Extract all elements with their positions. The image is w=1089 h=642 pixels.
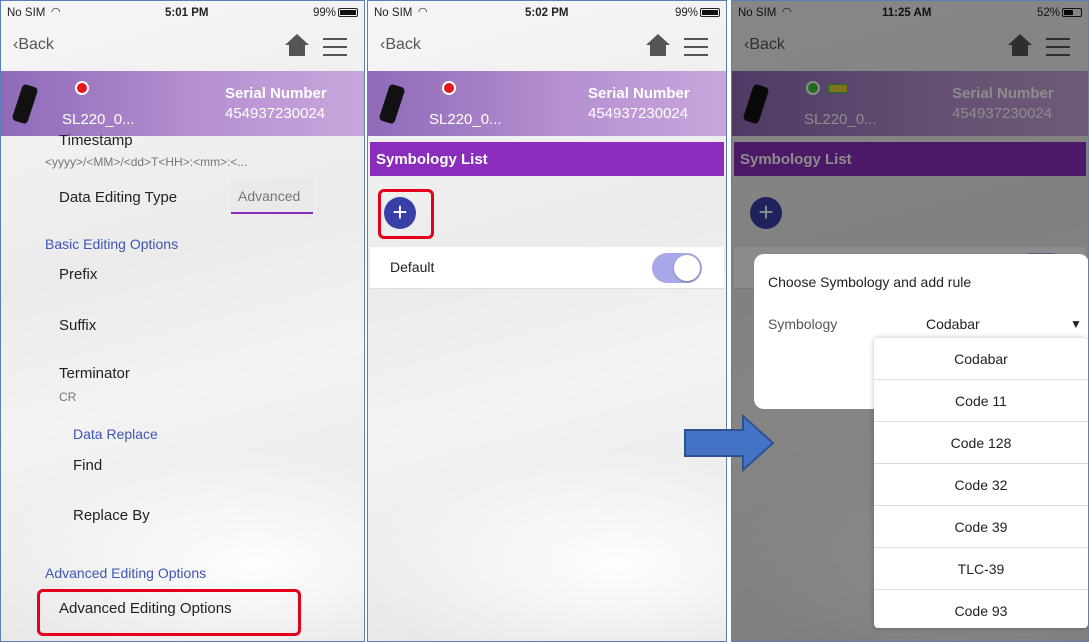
option-code-39[interactable]: Code 39: [874, 506, 1088, 548]
timestamp-label: Timestamp: [59, 132, 133, 149]
option-code-32[interactable]: Code 32: [874, 464, 1088, 506]
connection-status-dot: [442, 81, 456, 95]
battery-indicator: 99%: [675, 7, 720, 19]
screen-2: No SIM ◠ 5:02 PM 99% ‹Back SL220_0... Se…: [367, 0, 727, 642]
status-time: 5:02 PM: [525, 7, 569, 19]
serial-number-value: 454937230024: [588, 105, 689, 122]
suffix-item[interactable]: Suffix: [59, 317, 96, 334]
default-row[interactable]: Default: [370, 247, 724, 289]
battery-icon: [338, 8, 358, 17]
battery-icon: [700, 8, 720, 17]
home-icon[interactable]: [283, 31, 311, 59]
data-replace-header: Data Replace: [73, 426, 158, 442]
option-tlc-39[interactable]: TLC-39: [874, 548, 1088, 590]
screen-3: No SIM ◠ 11:25 AM 52% ‹Back SL220_0... S…: [731, 0, 1089, 642]
menu-icon[interactable]: [323, 35, 347, 56]
data-editing-type-label: Data Editing Type: [59, 189, 178, 206]
device-model: SL220_0...: [62, 111, 135, 128]
highlight-advanced-editing: [37, 589, 301, 636]
dialog-title: Choose Symbology and add rule: [768, 274, 972, 290]
serial-number-value: 454937230024: [225, 105, 326, 122]
highlight-add-button: [378, 189, 434, 239]
symbology-list-header: Symbology List: [370, 142, 724, 176]
carrier-label: No SIM: [7, 7, 46, 19]
battery-indicator: 99%: [313, 7, 358, 19]
screen-1: No SIM ◠ 5:01 PM 99% ‹Back SL220_0... Se…: [0, 0, 365, 642]
wifi-icon: ◠: [51, 6, 61, 18]
wifi-icon: ◠: [418, 6, 428, 18]
default-toggle[interactable]: [652, 253, 702, 283]
default-label: Default: [390, 259, 435, 275]
dropdown-arrow-icon[interactable]: ▼: [1070, 317, 1082, 331]
device-header: SL220_0... Serial Number 454937230024: [1, 71, 364, 136]
data-editing-type-select[interactable]: Advanced: [231, 179, 313, 214]
option-code-11[interactable]: Code 11: [874, 380, 1088, 422]
status-time: 5:01 PM: [165, 7, 209, 19]
serial-number-label: Serial Number: [588, 85, 690, 102]
back-button[interactable]: ‹Back: [13, 36, 54, 54]
connection-status-dot: [75, 81, 89, 95]
find-item[interactable]: Find: [73, 457, 102, 474]
symbology-label: Symbology: [768, 316, 838, 332]
terminator-value: CR: [59, 390, 77, 404]
advanced-editing-header: Advanced Editing Options: [45, 565, 207, 581]
symbology-select-value[interactable]: Codabar: [926, 316, 980, 332]
scanner-icon: [378, 83, 406, 125]
device-model: SL220_0...: [429, 111, 502, 128]
back-button[interactable]: ‹Back: [380, 36, 421, 54]
battery-percent: 99%: [674, 7, 698, 19]
back-label: Back: [18, 36, 54, 53]
carrier-label: No SIM: [374, 7, 413, 19]
prefix-item[interactable]: Prefix: [59, 266, 97, 283]
data-editing-type-value: Advanced: [238, 188, 301, 204]
nav-bar: ‹Back: [368, 29, 726, 63]
home-icon[interactable]: [644, 31, 672, 59]
status-bar: No SIM ◠ 5:02 PM 99%: [368, 1, 726, 25]
option-code-93[interactable]: Code 93: [874, 590, 1088, 632]
menu-icon[interactable]: [684, 35, 708, 56]
scanner-icon: [11, 83, 39, 125]
option-code-128[interactable]: Code 128: [874, 422, 1088, 464]
right-arrow-icon: [684, 414, 775, 472]
option-codabar[interactable]: Codabar: [874, 338, 1088, 380]
terminator-item[interactable]: Terminator: [59, 365, 130, 382]
status-bar: No SIM ◠ 5:01 PM 99%: [1, 1, 364, 25]
serial-number-label: Serial Number: [225, 85, 327, 102]
basic-editing-header: Basic Editing Options: [45, 236, 179, 252]
replace-by-item[interactable]: Replace By: [73, 507, 150, 524]
device-header: SL220_0... Serial Number 454937230024: [368, 71, 726, 136]
nav-bar: ‹Back: [1, 29, 364, 63]
back-label: Back: [385, 36, 421, 53]
battery-percent: 99%: [312, 7, 336, 19]
symbology-dropdown-list: Codabar Code 11 Code 128 Code 32 Code 39…: [874, 338, 1088, 628]
timestamp-value: <yyyy>/<MM>/<dd>T<HH>:<mm>:<...: [45, 155, 248, 169]
